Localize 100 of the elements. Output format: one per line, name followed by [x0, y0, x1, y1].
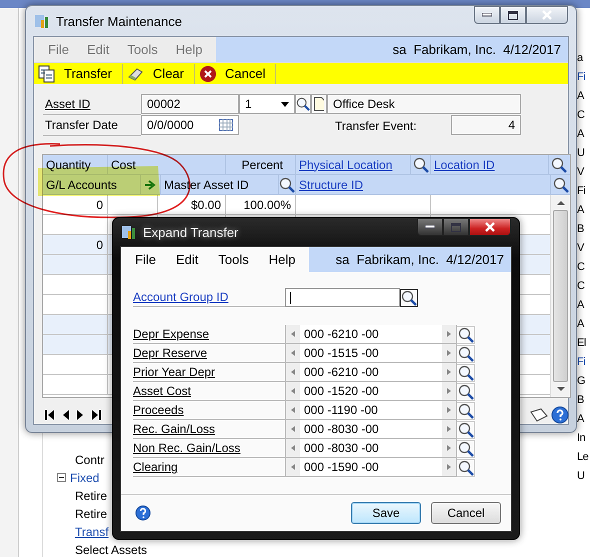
search-icon[interactable] — [458, 384, 474, 400]
scroll-left-icon[interactable] — [291, 369, 295, 375]
background-text: A — [577, 413, 586, 427]
toolbar-button[interactable]: Clear — [122, 64, 195, 84]
scroll-right-icon[interactable] — [447, 445, 451, 451]
toolbar-button[interactable]: Cancel — [195, 64, 276, 84]
transfer-event-field: 4 — [451, 115, 521, 135]
scrollbar[interactable] — [550, 195, 570, 397]
column-header: Percent — [226, 155, 296, 174]
scroll-right-icon[interactable] — [447, 350, 451, 356]
search-icon[interactable] — [458, 402, 474, 418]
tree-item[interactable]: Retire — [57, 488, 108, 502]
expander-icon[interactable] — [57, 473, 66, 482]
tree-item[interactable]: Retire — [57, 506, 108, 520]
background-text: Fi — [577, 356, 586, 370]
scroll-right-icon[interactable] — [447, 331, 451, 337]
note-icon[interactable] — [314, 97, 324, 111]
toolbar-button[interactable]: Transfer — [34, 64, 123, 84]
search-icon[interactable] — [458, 346, 474, 362]
close-icon — [485, 222, 495, 232]
menu-item[interactable]: Tools — [218, 252, 249, 267]
scroll-left-icon[interactable] — [291, 331, 295, 337]
background-text: A — [577, 204, 586, 218]
suffix-dropdown[interactable]: 1 — [239, 94, 295, 114]
search-icon[interactable] — [458, 364, 474, 380]
document-transfer-icon — [38, 64, 56, 82]
scroll-right-icon[interactable] — [447, 426, 451, 432]
column-header-link[interactable]: Location ID — [431, 155, 549, 174]
dialog-button[interactable]: Cancel — [431, 502, 501, 524]
scroll-up-icon[interactable] — [556, 199, 564, 207]
quantity-cell: 0 — [96, 198, 103, 212]
background-text: V — [577, 242, 586, 256]
last-record-button[interactable] — [89, 410, 104, 420]
minimize-button[interactable] — [474, 6, 500, 24]
maximize-button[interactable] — [500, 6, 526, 24]
background-text: a — [577, 52, 584, 66]
date-field[interactable]: 0/0/0000 — [141, 115, 239, 135]
background-text: Fi — [577, 185, 586, 199]
scroll-left-icon[interactable] — [291, 388, 295, 394]
column-header-link[interactable]: Structure ID — [296, 175, 551, 194]
scroll-right-icon[interactable] — [447, 388, 451, 394]
menu-item[interactable]: Help — [268, 252, 296, 267]
account-field[interactable]: 000 -6210 -00 — [285, 325, 457, 344]
scroll-left-icon[interactable] — [291, 426, 295, 432]
search-icon[interactable] — [279, 176, 295, 192]
search-icon[interactable] — [412, 156, 428, 172]
asset-id-field[interactable]: 00002 — [141, 94, 239, 114]
close-icon — [542, 10, 552, 20]
tree-link[interactable]: Transf — [57, 524, 109, 538]
menu-item[interactable]: File — [135, 252, 156, 267]
search-icon[interactable] — [401, 290, 417, 306]
percent-cell: 100.00% — [244, 198, 291, 212]
search-icon[interactable] — [552, 176, 568, 192]
first-record-button[interactable] — [42, 410, 57, 420]
scroll-down-icon[interactable] — [556, 385, 564, 393]
search-icon[interactable] — [458, 440, 474, 456]
search-icon[interactable] — [550, 156, 566, 172]
account-field[interactable]: 000 -8030 -00 — [285, 439, 457, 458]
account-field[interactable]: 000 -1520 -00 — [285, 382, 457, 401]
close-button[interactable] — [469, 218, 511, 236]
scroll-right-icon[interactable] — [447, 407, 451, 413]
account-field[interactable]: 000 -1515 -00 — [285, 344, 457, 363]
background-text: B — [577, 223, 585, 237]
tree-item[interactable]: Contr — [57, 452, 104, 466]
app-icon — [34, 13, 50, 29]
cancel-icon — [199, 64, 217, 82]
search-icon[interactable] — [458, 422, 474, 438]
note-icon[interactable] — [529, 407, 549, 423]
tree-item[interactable]: Fixed — [70, 470, 100, 484]
account-field[interactable]: 000 -6210 -00 — [285, 363, 457, 382]
lookup-icon[interactable] — [296, 96, 310, 112]
scroll-left-icon[interactable] — [291, 350, 295, 356]
help-icon[interactable] — [135, 505, 151, 521]
menu-item[interactable]: Edit — [176, 252, 198, 267]
help-icon[interactable] — [551, 406, 569, 424]
account-field[interactable]: 000 -1190 -00 — [285, 401, 457, 420]
search-icon[interactable] — [458, 326, 474, 342]
scroll-right-icon[interactable] — [447, 464, 451, 470]
maximize-icon — [508, 10, 518, 20]
scroll-left-icon[interactable] — [291, 407, 295, 413]
column-header-link[interactable]: Physical Location — [296, 155, 411, 174]
tree-item[interactable]: Select Assets — [57, 542, 148, 556]
background-text: B — [577, 394, 585, 408]
background-text: C — [577, 280, 586, 294]
account-field[interactable]: 000 -1590 -00 — [285, 458, 457, 477]
dropdown-arrow-icon[interactable] — [281, 102, 289, 106]
account-field[interactable]: 000 -8030 -00 — [285, 420, 457, 439]
background-text: C — [577, 261, 586, 275]
background-text: A — [577, 318, 586, 332]
minimize-button[interactable] — [417, 218, 443, 236]
window-title: Transfer Maintenance — [56, 14, 182, 28]
calendar-icon[interactable] — [219, 119, 233, 131]
window-title: Expand Transfer — [143, 224, 238, 240]
search-icon[interactable] — [458, 460, 474, 476]
scroll-left-icon[interactable] — [291, 445, 295, 451]
scroll-left-icon[interactable] — [291, 464, 295, 470]
dialog-button[interactable]: Save — [351, 502, 421, 524]
field-label: Transfer Event: — [335, 118, 417, 132]
scroll-right-icon[interactable] — [447, 369, 451, 375]
account-group-field[interactable] — [285, 288, 400, 307]
